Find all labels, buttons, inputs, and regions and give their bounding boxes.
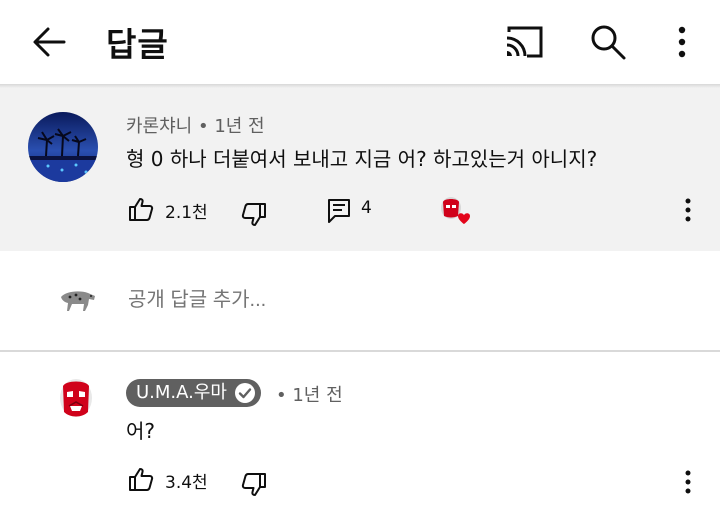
channel-owner-badge[interactable]: U.M.A.우마 <box>126 379 261 407</box>
reply-comment: U.M.A.우마 • 1년 전 어? 3.4천 <box>0 352 720 527</box>
thumbs-down-icon[interactable] <box>241 202 267 228</box>
reply-text: 어? <box>126 419 156 443</box>
highlighted-comment: 카론챠니 • 1년 전 형 0 하나 더붙여서 보내고 지금 어? 하고있는거 … <box>0 88 720 251</box>
creator-heart-icon <box>438 196 474 230</box>
comment-meta: 카론챠니 • 1년 전 <box>126 112 265 138</box>
thumbs-down-icon[interactable] <box>241 472 267 498</box>
comment-more-icon[interactable] <box>676 468 700 496</box>
cast-icon[interactable] <box>503 24 545 60</box>
top-app-bar: 답글 <box>0 0 720 84</box>
meta-separator: • <box>197 116 215 137</box>
add-reply-row <box>0 251 720 350</box>
reply-meta: • 1년 전 <box>276 381 343 407</box>
reply-count[interactable]: 4 <box>361 198 372 218</box>
comment-text: 형 0 하나 더붙여서 보내고 지금 어? 하고있는거 아니지? <box>126 147 598 171</box>
search-icon[interactable] <box>588 22 628 62</box>
like-count: 3.4천 <box>165 473 208 493</box>
comment-author[interactable]: 카론챠니 <box>126 116 192 137</box>
more-vert-icon[interactable] <box>668 22 696 62</box>
thumbs-up-icon[interactable] <box>128 196 154 222</box>
avatar[interactable] <box>58 378 94 420</box>
reply-input[interactable] <box>126 288 395 313</box>
verified-check-icon <box>235 383 255 403</box>
back-arrow-icon[interactable] <box>30 22 70 62</box>
reply-time: 1년 전 <box>292 385 343 406</box>
meta-separator: • <box>276 385 293 406</box>
reply-author: U.M.A.우마 <box>136 382 227 403</box>
page-title: 답글 <box>106 25 169 64</box>
user-avatar-icon <box>58 287 98 313</box>
comment-time: 1년 전 <box>214 116 265 137</box>
avatar[interactable] <box>28 112 98 182</box>
like-count: 2.1천 <box>165 203 208 223</box>
reply-comment-icon[interactable] <box>327 198 351 224</box>
thumbs-up-icon[interactable] <box>128 466 154 492</box>
comment-more-icon[interactable] <box>676 196 700 224</box>
